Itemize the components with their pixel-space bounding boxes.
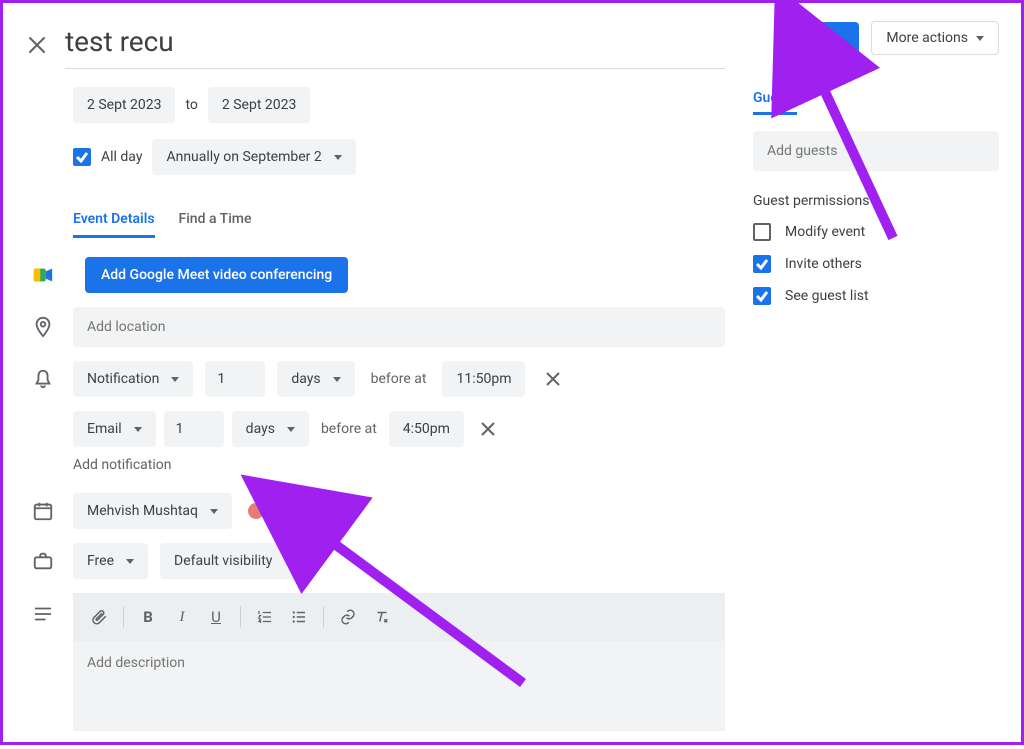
calendar-owner-dropdown[interactable]: Mehvish Mushtaq <box>73 493 232 529</box>
chevron-down-icon <box>134 427 142 432</box>
numbered-list-icon[interactable] <box>249 601 281 633</box>
see-guest-list-checkbox[interactable] <box>753 287 771 305</box>
remove-notification-icon[interactable] <box>537 363 569 395</box>
color-dot-icon <box>248 503 264 519</box>
notification-icon <box>25 368 61 390</box>
bulleted-list-icon[interactable] <box>283 601 315 633</box>
more-actions-button[interactable]: More actions <box>871 21 999 55</box>
description-input[interactable] <box>73 641 725 731</box>
description-icon <box>25 603 61 625</box>
modify-event-label: Modify event <box>785 224 865 240</box>
notif-unit-dropdown[interactable]: days <box>232 411 309 447</box>
notif-type-dropdown[interactable]: Notification <box>73 361 193 397</box>
chevron-down-icon <box>284 559 292 564</box>
event-title-input[interactable] <box>65 21 725 69</box>
chevron-down-icon <box>171 377 179 382</box>
guest-permissions-heading: Guest permissions <box>753 193 999 209</box>
notif-unit-dropdown[interactable]: days <box>277 361 354 397</box>
chevron-down-icon <box>210 509 218 514</box>
meet-icon <box>25 264 61 286</box>
attachment-icon[interactable] <box>83 601 115 633</box>
event-color-picker[interactable] <box>244 499 286 523</box>
remove-notification-icon[interactable] <box>472 413 504 445</box>
tab-event-details[interactable]: Event Details <box>73 203 155 238</box>
tab-find-a-time[interactable]: Find a Time <box>179 203 252 238</box>
bold-icon[interactable]: B <box>132 601 164 633</box>
location-icon <box>25 316 61 338</box>
notif-amount-input[interactable]: 1 <box>164 411 224 447</box>
notif-time-chip[interactable]: 11:50pm <box>442 361 525 397</box>
all-day-checkbox[interactable] <box>73 148 91 166</box>
end-date-chip[interactable]: 2 Sept 2023 <box>208 87 310 123</box>
chevron-down-icon <box>976 36 984 41</box>
close-icon[interactable] <box>25 33 49 57</box>
add-guests-input[interactable] <box>753 131 999 171</box>
notif-amount-input[interactable]: 1 <box>205 361 265 397</box>
invite-others-checkbox[interactable] <box>753 255 771 273</box>
chevron-down-icon <box>333 377 341 382</box>
availability-dropdown[interactable]: Free <box>73 543 148 579</box>
briefcase-icon <box>25 550 61 572</box>
add-meet-button[interactable]: Add Google Meet video conferencing <box>85 257 348 293</box>
see-guest-list-label: See guest list <box>785 288 869 304</box>
recurrence-dropdown[interactable]: Annually on September 2 <box>152 139 355 175</box>
recurrence-label: Annually on September 2 <box>166 149 321 165</box>
calendar-icon <box>25 500 61 522</box>
chevron-down-icon <box>334 155 342 160</box>
tab-guests[interactable]: Guests <box>753 90 797 115</box>
clear-formatting-icon[interactable] <box>366 601 398 633</box>
notif-time-chip[interactable]: 4:50pm <box>389 411 464 447</box>
chevron-down-icon <box>287 427 295 432</box>
location-input[interactable] <box>73 307 725 347</box>
visibility-dropdown[interactable]: Default visibility <box>160 543 306 579</box>
more-actions-label: More actions <box>886 30 968 46</box>
add-notification-link[interactable]: Add notification <box>73 457 172 473</box>
underline-icon[interactable]: U <box>200 601 232 633</box>
before-at-label: before at <box>367 371 431 387</box>
save-button[interactable]: Save <box>781 22 859 54</box>
link-icon[interactable] <box>332 601 364 633</box>
start-date-chip[interactable]: 2 Sept 2023 <box>73 87 175 123</box>
to-label: to <box>185 97 197 113</box>
invite-others-label: Invite others <box>785 256 862 272</box>
chevron-down-icon <box>274 509 282 514</box>
all-day-label: All day <box>101 149 142 165</box>
italic-icon[interactable]: I <box>166 601 198 633</box>
modify-event-checkbox[interactable] <box>753 223 771 241</box>
notif-type-dropdown[interactable]: Email <box>73 411 156 447</box>
description-toolbar: B I U <box>73 593 725 641</box>
chevron-down-icon <box>126 559 134 564</box>
before-at-label: before at <box>317 421 381 437</box>
